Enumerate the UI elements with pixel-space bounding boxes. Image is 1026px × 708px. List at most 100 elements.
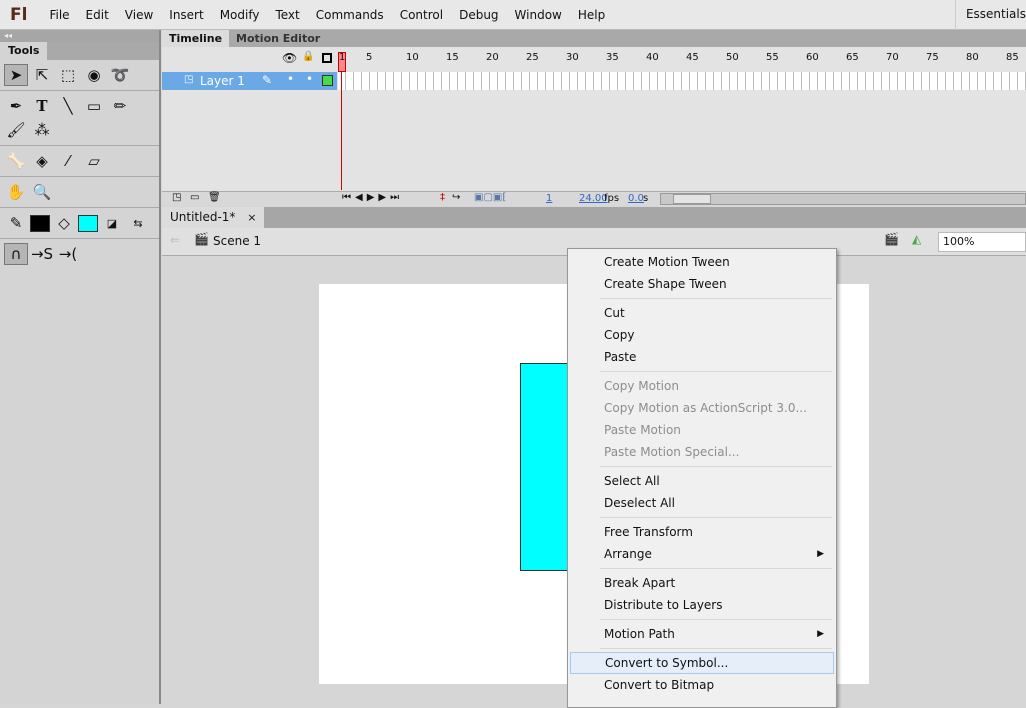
menu-view[interactable]: View [117, 8, 161, 22]
default-colors-icon[interactable]: ◪ [100, 212, 124, 234]
edit-scene-icon[interactable]: 🎬 [884, 232, 899, 246]
3d-rotation-tool-icon[interactable]: ◉ [82, 64, 106, 86]
hand-tool-icon[interactable]: ✋ [4, 181, 28, 203]
rectangle-tool-icon[interactable]: ▭ [82, 95, 106, 117]
frame-grid[interactable] [338, 72, 1026, 90]
delete-layer-icon[interactable]: 🗑 [208, 192, 221, 203]
close-tab-button[interactable]: × [247, 211, 256, 224]
menu-modify[interactable]: Modify [212, 8, 268, 22]
menu-insert[interactable]: Insert [161, 8, 211, 22]
menu-separator [600, 371, 832, 372]
paint-bucket-tool-icon[interactable]: ◈ [30, 150, 54, 172]
lasso-tool-icon[interactable]: ➰ [108, 64, 132, 86]
scrollbar-thumb[interactable] [673, 194, 711, 204]
frame-number: 40 [646, 52, 659, 63]
frame-number: 70 [886, 52, 899, 63]
menu-item-convert-to-symbol[interactable]: Convert to Symbol... [570, 652, 834, 674]
menu-file[interactable]: File [41, 8, 77, 22]
tools-tab[interactable]: Tools [0, 42, 48, 60]
frame-number: 85 [1006, 52, 1019, 63]
subselection-tool-icon[interactable]: ⇱ [30, 64, 54, 86]
menu-item-deselect-all[interactable]: Deselect All [570, 492, 834, 514]
menu-item-paste[interactable]: Paste [570, 346, 834, 368]
menu-item-select-all[interactable]: Select All [570, 470, 834, 492]
menu-debug[interactable]: Debug [451, 8, 506, 22]
menu-item-distribute-to-layers[interactable]: Distribute to Layers [570, 594, 834, 616]
menu-item-copy[interactable]: Copy [570, 324, 834, 346]
selection-tool-icon[interactable]: ➤ [4, 64, 28, 86]
pencil-tool-icon[interactable]: ✏ [108, 95, 132, 117]
new-folder-icon[interactable]: ▭ [190, 192, 199, 203]
outline-icon[interactable] [322, 53, 332, 63]
menu-text[interactable]: Text [267, 8, 307, 22]
frame-number: 35 [606, 52, 619, 63]
visible-dot[interactable]: • [287, 72, 294, 86]
timeline-panel: Timeline Motion Editor 👁 🔒 1 5 10 15 20 25 30 3… [162, 30, 1026, 206]
menu-help[interactable]: Help [570, 8, 613, 22]
menu-item-cut[interactable]: Cut [570, 302, 834, 324]
collapse-panel-button[interactable]: ◂◂ [0, 30, 159, 42]
free-transform-tool-icon[interactable]: ⬚ [56, 64, 80, 86]
stroke-color-icon: ✎ [9, 214, 23, 232]
layer-icon: ◳ [184, 74, 194, 85]
app-logo: Fl [10, 4, 28, 25]
edit-symbols-icon[interactable]: ◭ [912, 232, 921, 246]
submenu-arrow-icon: ▶ [817, 629, 824, 639]
menu-commands[interactable]: Commands [308, 8, 392, 22]
lock-dot[interactable]: • [306, 72, 313, 86]
back-arrow-icon[interactable]: ⇐ [170, 233, 180, 247]
menu-bar: Fl File Edit View Insert Modify Text Commands C… [0, 0, 1026, 30]
menu-separator [600, 619, 832, 620]
eyedropper-tool-icon[interactable]: ⁄ [56, 150, 80, 172]
deco-tool-icon[interactable]: ⁂ [30, 119, 54, 141]
frame-number: 50 [726, 52, 739, 63]
text-tool-icon[interactable]: T [30, 95, 54, 117]
snap-to-objects-icon[interactable]: ∩ [4, 243, 28, 265]
loop-icon[interactable]: ↪ [452, 192, 460, 203]
timeline-scrollbar[interactable] [660, 193, 1026, 205]
tab-timeline[interactable]: Timeline [162, 30, 230, 47]
bone-tool-icon[interactable]: 🦴 [4, 150, 28, 172]
menu-control[interactable]: Control [392, 8, 451, 22]
show-hide-icon[interactable]: 👁 [282, 51, 297, 65]
menu-edit[interactable]: Edit [78, 8, 117, 22]
menu-item-free-transform[interactable]: Free Transform [570, 521, 834, 543]
fill-color-swatch[interactable] [78, 214, 98, 232]
current-frame[interactable]: 1 [546, 193, 552, 204]
scene-name[interactable]: Scene 1 [213, 234, 261, 248]
frame-number: 45 [686, 52, 699, 63]
workspace-switcher[interactable]: Essentials [954, 0, 1026, 30]
layer-name[interactable]: Layer 1 [200, 74, 245, 88]
menu-item-arrange[interactable]: Arrange ▶ [570, 543, 834, 565]
zoom-tool-icon[interactable]: 🔍 [30, 181, 54, 203]
menu-item-label: Paste Motion Special... [604, 445, 740, 459]
menu-item-create-shape-tween[interactable]: Create Shape Tween [570, 273, 834, 295]
brush-tool-icon[interactable]: 🖌 [4, 119, 28, 141]
eraser-tool-icon[interactable]: ▱ [82, 150, 106, 172]
menu-item-convert-to-bitmap[interactable]: Convert to Bitmap [570, 674, 834, 696]
menu-item-create-motion-tween[interactable]: Create Motion Tween [570, 251, 834, 273]
line-tool-icon[interactable]: ╲ [56, 95, 80, 117]
layer-outline-color[interactable] [322, 75, 333, 86]
playback-controls[interactable]: ⏮◀▶▶⏭ [342, 192, 403, 203]
pen-tool-icon[interactable]: ✒ [4, 95, 28, 117]
document-tab[interactable]: Untitled-1* × [162, 207, 265, 228]
menu-item-break-apart[interactable]: Break Apart [570, 572, 834, 594]
menu-item-label: Paste [604, 350, 637, 364]
smooth-icon[interactable]: →S [30, 243, 54, 265]
straighten-icon[interactable]: →( [56, 243, 80, 265]
onion-skin-icons[interactable]: ▣▢▣⁅ [474, 192, 506, 203]
new-layer-icon[interactable]: ◳ [172, 192, 181, 203]
lock-icon[interactable]: 🔒 [302, 51, 314, 62]
menu-window[interactable]: Window [507, 8, 570, 22]
stroke-color-swatch[interactable] [30, 214, 50, 232]
menu-item-motion-path[interactable]: Motion Path ▶ [570, 623, 834, 645]
tab-motion-editor[interactable]: Motion Editor [229, 30, 327, 47]
playhead[interactable] [338, 52, 346, 190]
frame-number: 20 [486, 52, 499, 63]
menu-item-label: Paste Motion [604, 423, 681, 437]
swap-colors-icon[interactable]: ⇆ [126, 212, 150, 234]
layer-row[interactable]: ◳ Layer 1 ✎ • • [162, 72, 337, 90]
zoom-input[interactable]: 100% [938, 232, 1026, 252]
center-frame-icon[interactable]: ‡ [440, 192, 445, 203]
